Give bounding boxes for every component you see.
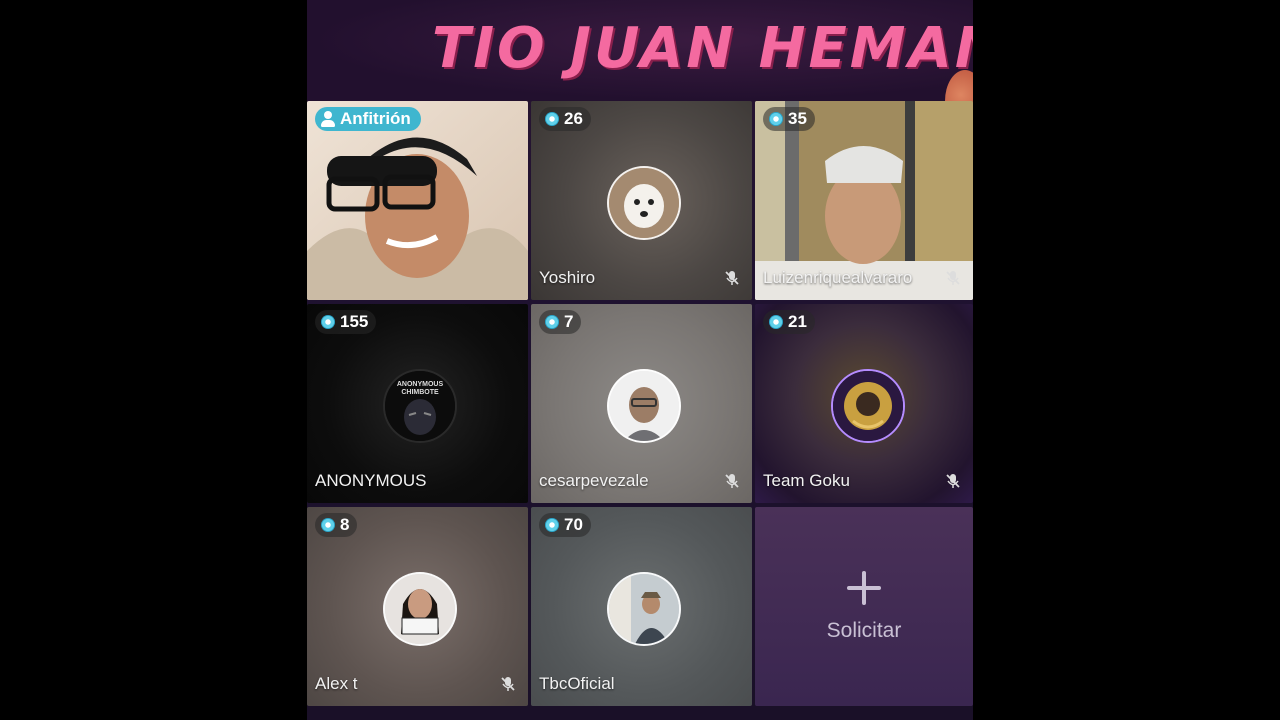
avatar-caption: ANONYMOUS CHIMBOTE — [396, 381, 444, 396]
person-icon — [321, 111, 335, 127]
diamond-icon — [321, 518, 335, 532]
guest-avatar — [831, 369, 905, 443]
mic-muted-icon — [946, 271, 960, 285]
mic-muted-icon — [725, 271, 739, 285]
diamond-count: 8 — [340, 515, 350, 534]
diamond-badge: 35 — [763, 107, 815, 131]
guest-tile-alex-t[interactable]: 8 Alex t — [307, 507, 528, 706]
guest-name: Luizenriquealvararo — [763, 268, 913, 287]
guest-name: Team Goku — [763, 471, 850, 490]
diamond-count: 70 — [564, 515, 583, 534]
diamond-badge: 8 — [315, 513, 358, 537]
guest-avatar — [607, 369, 681, 443]
diamond-count: 155 — [340, 312, 369, 331]
diamond-count: 26 — [564, 109, 583, 128]
diamond-count: 21 — [788, 312, 807, 331]
guest-tile-anonymous[interactable]: ANONYMOUS CHIMBOTE 155 ANONYMOUS — [307, 304, 528, 503]
live-room: TIO JUAN HEMANO — [307, 0, 973, 720]
diamond-badge: 26 — [539, 107, 591, 131]
guest-name: ANONYMOUS — [315, 471, 427, 490]
diamond-badge: 7 — [539, 310, 582, 334]
mic-muted-icon — [501, 677, 515, 691]
guest-tile-team-goku[interactable]: 21 Team Goku — [755, 304, 973, 503]
room-header: TIO JUAN HEMANO — [307, 0, 973, 132]
guest-avatar — [383, 572, 457, 646]
plus-icon — [847, 570, 881, 605]
diamond-badge: 155 — [315, 310, 377, 334]
guest-tile-tbcoficial[interactable]: 70 TbcOficial — [531, 507, 752, 706]
guest-avatar: ANONYMOUS CHIMBOTE — [383, 369, 457, 443]
request-button[interactable]: Solicitar — [755, 507, 973, 706]
guest-name: cesarpevezale — [539, 471, 649, 490]
diamond-icon — [545, 315, 559, 329]
guest-name: Alex t — [315, 674, 358, 693]
guest-tile-yoshiro[interactable]: 26 Yoshiro — [531, 101, 752, 300]
request-tile[interactable]: Solicitar — [755, 507, 973, 706]
host-badge-label: Anfitrión — [340, 109, 411, 128]
guest-name: Yoshiro — [539, 268, 596, 287]
guest-avatar — [607, 572, 681, 646]
diamond-icon — [545, 112, 559, 126]
diamond-count: 35 — [788, 109, 807, 128]
diamond-icon — [545, 518, 559, 532]
guest-grid: Anfitrión 26 Yoshiro 35 Luizenriquealvar… — [307, 101, 973, 711]
guest-tile-luizenrique[interactable]: 35 Luizenriquealvararo — [755, 101, 973, 300]
host-badge: Anfitrión — [315, 107, 421, 131]
diamond-count: 7 — [564, 312, 574, 331]
room-title: TIO JUAN HEMANO — [432, 16, 973, 81]
host-tile[interactable]: Anfitrión — [307, 101, 528, 300]
guest-name: TbcOficial — [539, 674, 615, 693]
guest-avatar — [607, 166, 681, 240]
guest-tile-cesarpevezale[interactable]: 7 cesarpevezale — [531, 304, 752, 503]
diamond-icon — [769, 315, 783, 329]
diamond-icon — [769, 112, 783, 126]
request-label: Solicitar — [826, 618, 902, 642]
diamond-icon — [321, 315, 335, 329]
mic-muted-icon — [725, 474, 739, 488]
mic-muted-icon — [946, 474, 960, 488]
diamond-badge: 21 — [763, 310, 815, 334]
diamond-badge: 70 — [539, 513, 591, 537]
